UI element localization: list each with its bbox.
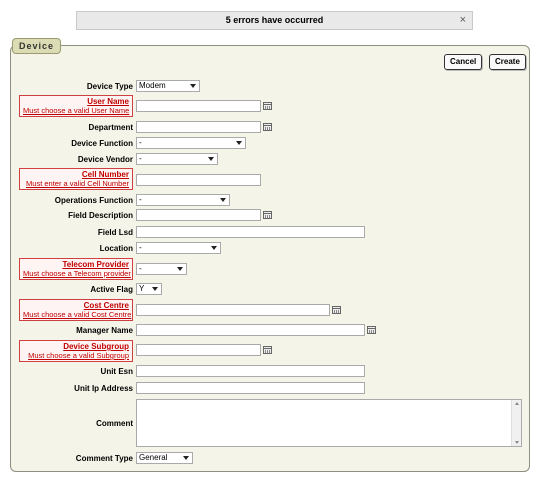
telecom-provider-select[interactable]: -	[136, 263, 187, 275]
user-name-label[interactable]: User Name	[23, 97, 129, 106]
device-vendor-value: -	[139, 154, 142, 163]
location-value: -	[139, 243, 142, 252]
field-description-label: Field Description	[68, 211, 133, 220]
active-flag-label: Active Flag	[90, 285, 133, 294]
comment-type-select[interactable]: General	[136, 452, 193, 464]
device-subgroup-error[interactable]: Must choose a valid Subgroup	[23, 351, 129, 360]
user-name-error[interactable]: Must choose a valid User Name	[23, 106, 129, 115]
device-vendor-select[interactable]: -	[136, 153, 218, 165]
operations-function-value: -	[139, 195, 142, 204]
cell-number-label[interactable]: Cell Number	[23, 170, 129, 179]
device-subgroup-label[interactable]: Device Subgroup	[23, 342, 129, 351]
chevron-down-icon	[208, 157, 214, 161]
user-name-error-box: User Name Must choose a valid User Name	[19, 95, 133, 117]
device-subgroup-error-box: Device Subgroup Must choose a valid Subg…	[19, 340, 133, 362]
chevron-down-icon	[190, 84, 196, 88]
department-lookup-icon[interactable]	[263, 123, 272, 131]
location-label: Location	[99, 244, 133, 253]
device-subgroup-lookup-icon[interactable]	[263, 346, 272, 354]
comment-label: Comment	[96, 419, 133, 428]
comment-type-value: General	[139, 453, 168, 462]
cost-centre-input[interactable]	[136, 304, 330, 316]
device-vendor-label: Device Vendor	[77, 155, 133, 164]
panel-legend: Device	[12, 38, 62, 54]
device-type-label: Device Type	[86, 82, 133, 91]
field-description-lookup-icon[interactable]	[263, 211, 272, 219]
field-lsd-label: Field Lsd	[97, 228, 133, 237]
chevron-down-icon	[211, 246, 217, 250]
unit-esn-label: Unit Esn	[100, 367, 133, 376]
operations-function-label: Operations Function	[54, 196, 133, 205]
cell-number-error[interactable]: Must enter a valid Cell Number	[23, 179, 129, 188]
cost-centre-lookup-icon[interactable]	[332, 306, 341, 314]
cost-centre-error-box: Cost Centre Must choose a valid Cost Cen…	[19, 299, 133, 321]
user-name-input[interactable]	[136, 100, 261, 112]
close-icon[interactable]: ×	[460, 12, 466, 29]
department-input[interactable]	[136, 121, 261, 133]
telecom-provider-error[interactable]: Must choose a Telecom provider	[23, 269, 131, 278]
manager-name-lookup-icon[interactable]	[367, 326, 376, 334]
device-type-select[interactable]: Modem	[136, 80, 200, 92]
location-select[interactable]: -	[136, 242, 221, 254]
cost-centre-label[interactable]: Cost Centre	[23, 301, 129, 310]
scroll-down-icon[interactable]	[515, 441, 519, 444]
manager-name-input[interactable]	[136, 324, 365, 336]
cancel-button[interactable]: Cancel	[444, 54, 483, 70]
telecom-provider-error-box: Telecom Provider Must choose a Telecom p…	[19, 258, 133, 280]
chevron-down-icon	[220, 198, 226, 202]
error-banner-message: 5 errors have occurred	[225, 15, 324, 25]
device-function-select[interactable]: -	[136, 137, 246, 149]
chevron-down-icon	[152, 287, 158, 291]
scroll-up-icon[interactable]	[515, 402, 519, 405]
active-flag-value: Y	[139, 284, 145, 293]
operations-function-select[interactable]: -	[136, 194, 230, 206]
cell-number-input[interactable]	[136, 174, 261, 186]
unit-esn-input[interactable]	[136, 365, 365, 377]
unit-ip-address-input[interactable]	[136, 382, 365, 394]
user-name-lookup-icon[interactable]	[263, 102, 272, 110]
telecom-provider-value: -	[139, 264, 142, 273]
cell-number-error-box: Cell Number Must enter a valid Cell Numb…	[19, 168, 133, 190]
chevron-down-icon	[183, 456, 189, 460]
create-button[interactable]: Create	[489, 54, 526, 70]
cost-centre-error[interactable]: Must choose a valid Cost Centre	[23, 310, 131, 319]
field-lsd-input[interactable]	[136, 226, 365, 238]
device-subgroup-input[interactable]	[136, 344, 261, 356]
error-banner: 5 errors have occurred ×	[76, 11, 473, 30]
active-flag-select[interactable]: Y	[136, 283, 162, 295]
chevron-down-icon	[177, 267, 183, 271]
device-type-value: Modem	[139, 81, 166, 90]
chevron-down-icon	[236, 141, 242, 145]
comment-type-label: Comment Type	[75, 454, 133, 463]
manager-name-label: Manager Name	[76, 326, 133, 335]
unit-ip-address-label: Unit Ip Address	[74, 384, 133, 393]
comment-textarea[interactable]	[136, 399, 522, 447]
department-label: Department	[88, 123, 133, 132]
device-function-label: Device Function	[71, 139, 133, 148]
comment-scrollbar[interactable]	[511, 400, 521, 446]
telecom-provider-label[interactable]: Telecom Provider	[23, 260, 129, 269]
field-description-input[interactable]	[136, 209, 261, 221]
device-function-value: -	[139, 138, 142, 147]
